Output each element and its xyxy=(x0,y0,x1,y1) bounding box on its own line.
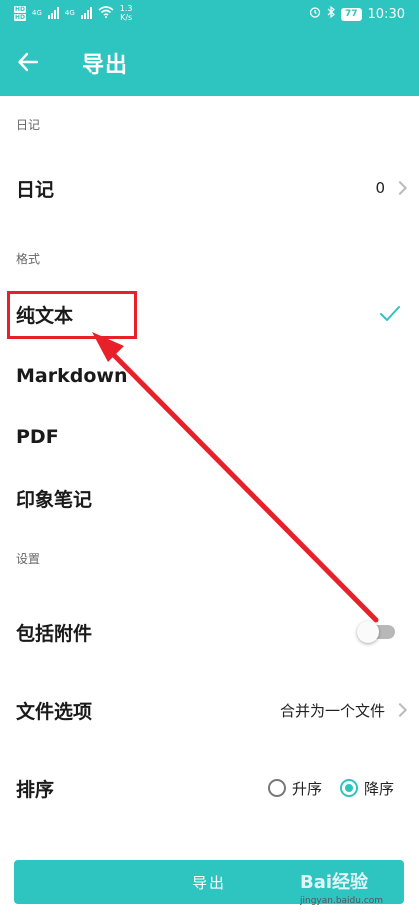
annotation-arrow-icon xyxy=(92,332,379,623)
